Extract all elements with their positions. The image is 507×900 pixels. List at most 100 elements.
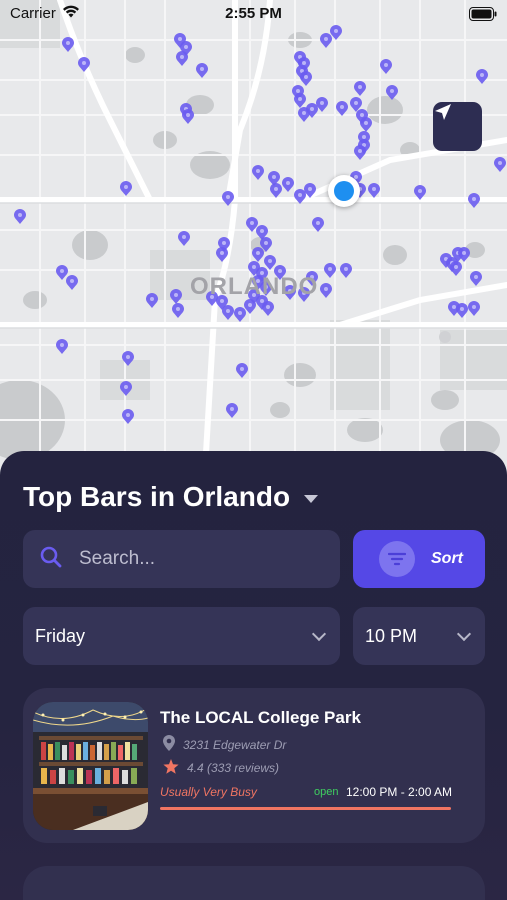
time-select[interactable]: 10 PM: [353, 607, 485, 665]
map-pin-dot: [462, 251, 466, 255]
map-pin-dot: [390, 89, 394, 93]
busyness-label: Usually Very Busy: [160, 785, 257, 799]
caret-down-icon: [304, 495, 319, 503]
map-pin-dot: [272, 175, 276, 179]
map-pin-dot: [460, 307, 464, 311]
map-pin-dot: [418, 189, 422, 193]
map-pin-dot: [454, 265, 458, 269]
map-view[interactable]: ORLANDO: [0, 0, 507, 470]
chevron-down-icon: [456, 626, 472, 641]
map-pin-dot: [266, 305, 270, 309]
locate-me-button[interactable]: [433, 102, 482, 151]
map-pin-dot: [222, 241, 226, 245]
bar-address-row: 3231 Edgewater Dr: [163, 735, 286, 754]
map-pin-dot: [296, 89, 300, 93]
map-pin-dot: [354, 101, 358, 105]
map-pin-dot: [498, 161, 502, 165]
map-pin-dot: [186, 113, 190, 117]
map-pin-dot: [324, 287, 328, 291]
bar-card[interactable]: [23, 866, 485, 900]
bar-rating-row: 4.4 (333 reviews): [163, 759, 279, 777]
map-pin-dot: [472, 197, 476, 201]
open-status-badge: open: [314, 786, 339, 798]
map-pin-dot: [18, 213, 22, 217]
sort-button[interactable]: Sort: [353, 530, 485, 588]
chevron-down-icon: [311, 626, 327, 641]
map-pin-dot: [362, 135, 366, 139]
map-pin-dot: [268, 259, 272, 263]
map-pin-dot: [358, 85, 362, 89]
map-pin-dot: [66, 41, 70, 45]
map-pin-dot: [286, 181, 290, 185]
search-input[interactable]: [79, 548, 309, 570]
time-select-value: 10 PM: [365, 625, 418, 646]
search-icon: [39, 545, 63, 574]
map-pin-dot: [372, 187, 376, 191]
map-pin-dot: [320, 101, 324, 105]
map-pin-dot: [384, 63, 388, 67]
map-pin-dot: [302, 111, 306, 115]
map-pin-dot: [480, 73, 484, 77]
map-pin-dot: [256, 169, 260, 173]
map-pin-dot: [126, 413, 130, 417]
map-pin-dot: [298, 193, 302, 197]
sheet-title: Top Bars in Orlando: [23, 481, 291, 512]
status-bar: Carrier 2:55 PM: [0, 0, 507, 30]
map-pin-dot: [220, 251, 224, 255]
map-pin-dot: [226, 309, 230, 313]
map-pin-dot: [304, 75, 308, 79]
map-pin-dot: [324, 37, 328, 41]
map-pin-dot: [180, 55, 184, 59]
map-pin-dot: [82, 61, 86, 65]
map-pin-dot: [248, 303, 252, 307]
map-pin-dot: [308, 187, 312, 191]
star-icon: [163, 759, 179, 777]
map-pin-dot: [178, 37, 182, 41]
opening-hours: 12:00 PM - 2:00 AM: [346, 785, 453, 799]
bar-card[interactable]: The LOCAL College Park 3231 Edgewater Dr…: [23, 688, 485, 843]
busyness-bar: [160, 807, 451, 810]
map-pin-dot: [184, 45, 188, 49]
map-pin-dot: [124, 185, 128, 189]
map-pin-dot: [226, 195, 230, 199]
map-pin-dot: [264, 241, 268, 245]
day-select[interactable]: Friday: [23, 607, 340, 665]
map-pin-dot: [360, 113, 364, 117]
map-pin-dot: [274, 187, 278, 191]
search-box[interactable]: [23, 530, 340, 588]
map-pin-dot: [474, 275, 478, 279]
bars-sheet: Top Bars in Orlando Sort Friday 10 PM: [0, 451, 507, 900]
map-pin-dot: [238, 311, 242, 315]
sort-label: Sort: [431, 550, 463, 567]
bar-rating: 4.4 (333 reviews): [187, 761, 280, 775]
status-time: 2:55 PM: [225, 5, 282, 22]
map-pin-dot: [472, 305, 476, 309]
map-base: [0, 0, 507, 470]
map-pin-dot: [174, 293, 178, 297]
map-pin-dot: [126, 355, 130, 359]
map-pin-dot: [316, 221, 320, 225]
map-pin-dot: [302, 61, 306, 65]
map-pin-dot: [260, 229, 264, 233]
map-pin-dot: [176, 307, 180, 311]
map-pin-dot: [230, 407, 234, 411]
bar-address: 3231 Edgewater Dr: [183, 737, 287, 752]
map-pin-dot: [452, 305, 456, 309]
map-pin-dot: [340, 105, 344, 109]
user-location-dot: [328, 175, 360, 207]
map-pin-dot: [200, 67, 204, 71]
bar-name: The LOCAL College Park: [160, 708, 361, 727]
map-pin-dot: [182, 235, 186, 239]
city-title-selector[interactable]: Top Bars in Orlando: [23, 481, 319, 513]
map-pin-dot: [252, 265, 256, 269]
map-pin-dot: [358, 149, 362, 153]
map-pin-icon: [163, 735, 175, 754]
map-pin-dot: [256, 251, 260, 255]
map-pin-dot: [240, 367, 244, 371]
filter-icon: [379, 541, 415, 577]
map-pin-dot: [124, 385, 128, 389]
map-pin-dot: [60, 343, 64, 347]
bar-thumbnail: [33, 702, 148, 830]
day-select-value: Friday: [35, 625, 86, 646]
map-pin-dot: [150, 297, 154, 301]
